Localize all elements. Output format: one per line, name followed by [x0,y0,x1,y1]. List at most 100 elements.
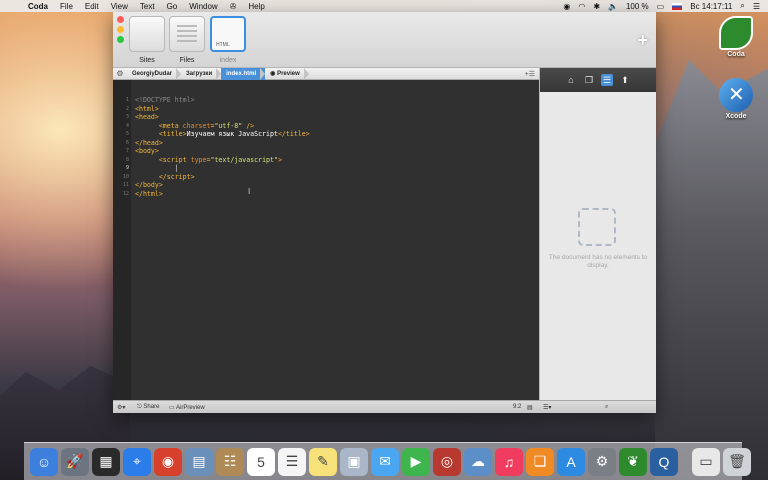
dock-photo-booth-2-icon[interactable]: ◎ [433,447,461,476]
preview-label: Preview [277,70,300,77]
dock-calendar-icon[interactable]: 5 [247,447,275,476]
minimize-button[interactable] [117,26,124,33]
line-number: 7 [125,148,129,154]
dock-notes-icon[interactable]: ✎ [309,447,337,476]
tab-index-icon[interactable]: HTML [210,16,246,52]
dock-itunes-icon[interactable]: ♫ [495,447,523,476]
preview-button[interactable]: ◉ Preview [265,67,309,80]
airpreview-button[interactable]: ▭ AirPreview [169,404,205,411]
menu-help[interactable]: Help [242,2,270,11]
bluetooth-icon[interactable]: ✱ [593,2,600,11]
dock-app-store-icon[interactable]: A [557,447,585,476]
input-flag-icon[interactable] [672,2,683,10]
dock-preview-icon[interactable]: ▤ [185,447,213,476]
desktop-icon-label: Coda [727,51,745,58]
dock-trash-icon[interactable]: 🗑 [723,447,751,476]
html-doc-label: HTML [216,42,230,48]
add-tab-button[interactable]: + [637,30,648,51]
dock-photo-booth-icon[interactable]: ▣ [340,447,368,476]
script-menu-icon[interactable]: ✇ [224,2,243,11]
breadcrumb-folder[interactable]: Загрузки [181,67,222,80]
share-label: Share [143,404,160,410]
split-add-icon[interactable]: +☰ [525,70,539,78]
tab-sites-label[interactable]: Sites [127,57,167,64]
dock-contacts-icon[interactable]: ☷ [216,447,244,476]
dock-finder-icon[interactable]: ☺ [30,447,58,476]
dock-coda-icon[interactable]: ❦ [619,447,647,476]
list-options-icon[interactable]: ☰▾ [543,404,551,411]
desktop-icon-coda[interactable]: Coda [714,16,758,58]
publish-icon[interactable]: ⬆ [619,74,631,86]
dock-system-preferences-icon[interactable]: ⚙ [588,447,616,476]
dock-downloads-icon[interactable]: ▭ [692,447,720,476]
menubar-clock[interactable]: Вс 14:17:11 [690,2,732,11]
airpreview-label: AirPreview [176,405,205,411]
home-icon[interactable]: ⌂ [565,74,577,86]
window-toolbar: Sites Files HTML index + [113,12,656,68]
line-number: 6 [125,139,129,146]
zoom-button[interactable] [117,36,124,43]
xcode-icon [719,78,753,112]
code-text[interactable]: <!DOCTYPE html> <html> <head> <meta char… [135,96,310,198]
code-editor[interactable]: 1 2 3 4 5 6 7 8 9 10 11 12 <!DOCTYPE htm… [113,80,539,400]
gear-icon[interactable]: ⚙ [113,69,127,78]
dock-safari-icon[interactable]: ⌖ [123,447,151,476]
line-number: 10 [122,173,129,180]
tab-sites-icon[interactable] [129,16,165,52]
breadcrumb-site[interactable]: GeorgiyDudar [127,67,182,80]
menu-edit[interactable]: Edit [79,2,105,11]
dock-reminders-icon[interactable]: ☰ [278,447,306,476]
navigator-icon[interactable]: ☰ [601,74,613,86]
search-icon[interactable]: ⌕ [605,404,608,411]
line-number: 8 [125,156,129,163]
line-number: 3 [125,114,129,120]
dock-messages-icon[interactable]: ✉ [371,447,399,476]
line-number: 12 [122,190,129,197]
breadcrumb-file[interactable]: index.html [221,67,266,80]
files-list-icon [177,25,197,43]
menu-go[interactable]: Go [161,2,184,11]
menu-app-name[interactable]: Coda [22,2,54,11]
dock-ibooks-icon[interactable]: ❏ [526,447,554,476]
record-icon[interactable]: ◉ [563,2,570,11]
ibeam-cursor-icon: I [248,187,251,196]
share-button[interactable]: ⎋ Share [137,404,159,411]
desktop-icon-xcode[interactable]: Xcode [714,78,758,120]
dock-facetime-icon[interactable]: ▶ [402,447,430,476]
line-number: 2 [125,105,129,112]
line-number-gutter: 1 2 3 4 5 6 7 8 9 10 11 12 [113,80,131,400]
menu-text[interactable]: Text [134,2,161,11]
volume-icon[interactable]: 🔈 [608,2,618,11]
status-bar: ⚙▾ ⎋ Share ▭ AirPreview 9:2 ▤ ☰▾ ⌕ [113,400,656,413]
close-button[interactable] [117,16,124,23]
files-icon[interactable]: ❐ [583,74,595,86]
traffic-lights [117,16,124,43]
menu-file[interactable]: File [54,2,79,11]
dock: ☺ 🚀 ▦ ⌖ ◉ ▤ ☷ 5 ☰ ✎ ▣ ✉ ▶ ◎ ☁ ♫ ❏ A ⚙ ❦ Q ▭ 🗑 [24,442,751,480]
dock-iphoto-icon[interactable]: ☁ [464,447,492,476]
desktop-icon-label: Xcode [725,113,747,120]
dock-launchpad-icon[interactable]: 🚀 [61,447,89,476]
battery-percent[interactable]: 100 % [626,2,649,11]
line-number-current: 9 [125,165,129,171]
menu-view[interactable]: View [105,2,134,11]
layout-toggle-icon[interactable]: ▤ [527,404,533,411]
path-bar: ⚙ GeorgiyDudar Загрузки index.html ◉ Pre… [113,67,539,80]
spotlight-icon[interactable]: ⌕ [740,1,744,11]
tab-files-label[interactable]: Files [167,57,207,64]
line-number: 1 [125,97,129,103]
menu-window[interactable]: Window [183,2,223,11]
line-number: 5 [125,131,129,137]
tab-index-label[interactable]: index [208,57,248,64]
battery-icon[interactable]: ▭ [657,2,665,11]
dock-dashboard-icon[interactable]: ▦ [92,447,120,476]
menu-bar: Coda File Edit View Text Go Window ✇ Hel… [0,0,768,12]
wifi-icon[interactable]: ◠ [578,2,585,11]
sidebar-toolbar: ⌂ ❐ ☰ ⬆ [540,68,656,92]
notification-center-icon[interactable]: ☰ [753,2,760,11]
tab-files-icon[interactable] [169,16,205,52]
empty-message: The document has no elements to display. [548,254,648,269]
dock-chrome-icon[interactable]: ◉ [154,447,182,476]
settings-icon[interactable]: ⚙▾ [117,404,125,411]
dock-quicktime-icon[interactable]: Q [650,447,678,476]
